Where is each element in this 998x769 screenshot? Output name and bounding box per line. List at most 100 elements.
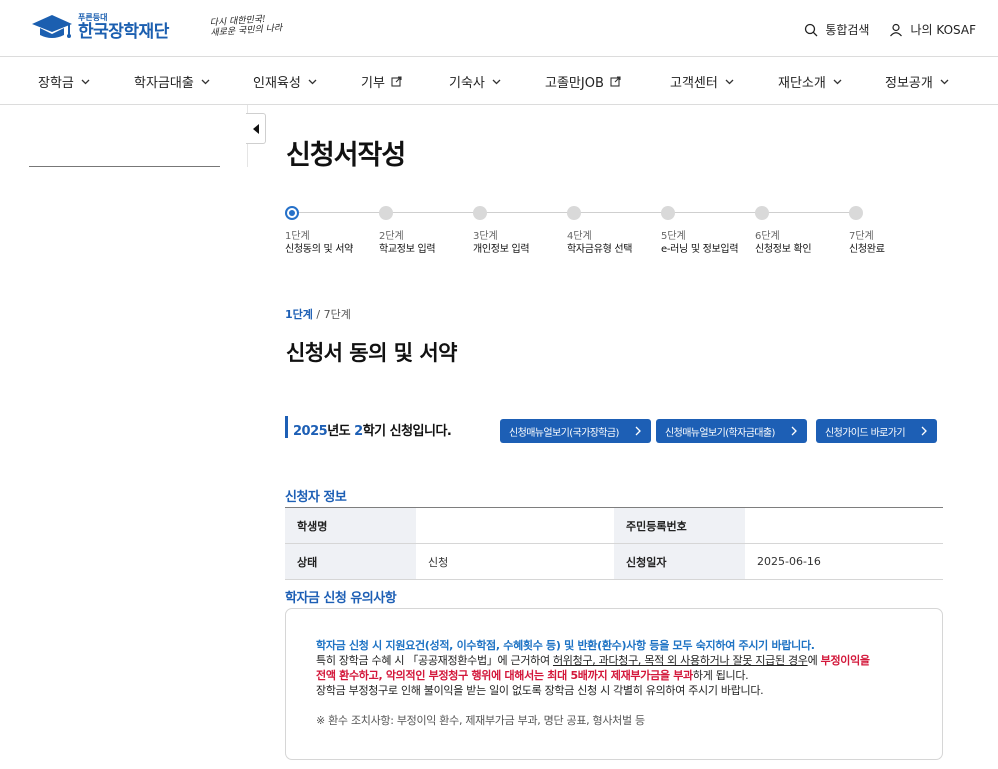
notice-warning-text: 부정이익을	[820, 654, 870, 667]
nav-item-student-loan[interactable]: 학자금대출	[134, 72, 211, 91]
integrated-search-link[interactable]: 통합검색	[804, 21, 869, 38]
nav-item-dormitory[interactable]: 기숙사	[449, 72, 502, 91]
nav-item-label: 고졸만JOB	[545, 76, 604, 91]
status-label: 상태	[285, 543, 416, 580]
term-year-suffix: 년도	[327, 424, 355, 439]
chevron-right-icon	[921, 426, 927, 436]
step-counter-total: / 7단계	[312, 308, 351, 321]
step-7: 7단계 신청완료	[849, 206, 943, 257]
term-year: 2025	[293, 424, 328, 439]
notice-box: 학자금 신청 시 지원요건(성적, 이수학점, 수혜횟수 등) 및 반환(환수)…	[285, 608, 943, 760]
chevron-down-icon	[201, 79, 210, 85]
nav-item-disclosure[interactable]: 정보공개	[885, 72, 950, 91]
step-progress: 1단계 신청동의 및 서약 2단계 학교정보 입력 3단계 개인정보 입력 4단…	[285, 206, 925, 266]
step-name: 학교정보 입력	[379, 244, 436, 255]
notice-text: 특히 장학금 수혜 시 「공공재정환수법」에 근거하여	[316, 654, 553, 667]
notice-text: 하게 됩니다.	[692, 669, 749, 682]
chevron-down-icon	[308, 79, 317, 85]
nav-item-label: 기부	[361, 76, 385, 91]
integrated-search-label: 통합검색	[825, 23, 870, 37]
step-dot	[379, 206, 393, 220]
nav-item-label: 고객센터	[670, 76, 718, 91]
chevron-down-icon	[81, 79, 90, 85]
term-notice: 2025년도 2학기 신청입니다.	[293, 420, 452, 439]
notice-underlined-text: 허위청구, 과다청구, 목적 외 사용하거나 잘못 지급된 경우	[552, 654, 808, 667]
application-date-value: 2025-06-16	[745, 543, 943, 580]
step-number: 6단계	[755, 231, 780, 242]
step-number: 4단계	[567, 231, 592, 242]
external-link-icon	[610, 76, 621, 87]
step-number: 1단계	[285, 231, 310, 242]
chevron-down-icon	[492, 79, 501, 85]
button-label: 신청가이드 바로가기	[825, 427, 906, 439]
step-dot	[567, 206, 581, 220]
nav-item-label: 기숙사	[449, 76, 485, 91]
step-name: 신청정보 확인	[755, 244, 812, 255]
nav-item-label: 정보공개	[885, 76, 933, 91]
step-number: 3단계	[473, 231, 498, 242]
step-name: 신청동의 및 서약	[285, 244, 354, 255]
nav-item-label: 장학금	[38, 76, 74, 91]
step-dot	[473, 206, 487, 220]
step-dot	[755, 206, 769, 220]
step-4: 4단계 학자금유형 선택	[567, 206, 661, 257]
manual-student-loan-button[interactable]: 신청매뉴얼보기(학자금대출)	[656, 419, 807, 443]
application-guide-button[interactable]: 신청가이드 바로가기	[816, 419, 937, 443]
nav-item-talent[interactable]: 인재육성	[253, 72, 318, 91]
my-kosaf-link[interactable]: 나의 KOSAF	[889, 21, 976, 38]
step-counter-current: 1단계	[285, 308, 313, 321]
step-dot	[849, 206, 863, 220]
applicant-info-heading: 신청자 정보	[285, 490, 347, 505]
chevron-down-icon	[940, 79, 949, 85]
term-semester-suffix: 학기 신청입니다.	[362, 424, 452, 439]
logo-name: 한국장학재단	[78, 21, 169, 42]
external-link-icon	[391, 76, 402, 87]
sidebar-toggle-button[interactable]	[246, 113, 266, 144]
chevron-right-icon	[791, 426, 797, 436]
step-1: 1단계 신청동의 및 서약	[285, 206, 379, 257]
nav-item-about[interactable]: 재단소개	[778, 72, 843, 91]
nav-item-customer-center[interactable]: 고객센터	[670, 72, 735, 91]
logo-tagline: 푸른등대	[78, 12, 108, 22]
user-icon	[890, 23, 903, 36]
step-2: 2단계 학교정보 입력	[379, 206, 473, 257]
manual-national-scholarship-button[interactable]: 신청매뉴얼보기(국가장학금)	[500, 419, 651, 443]
step-counter: 1단계 / 7단계	[285, 306, 351, 322]
step-name: 개인정보 입력	[473, 244, 530, 255]
global-nav: 장학금 학자금대출 인재육성 기부 기숙사 고졸만JOB 고객센터 재단소개 정…	[0, 57, 998, 105]
site-header: 푸른등대 한국장학재단 다시 대한민국! 새로운 국민의 나라 통합검색 나의 …	[0, 0, 998, 57]
nav-item-label: 학자금대출	[134, 76, 194, 91]
button-label: 신청매뉴얼보기(학자금대출)	[665, 427, 775, 439]
nav-item-highschool-job[interactable]: 고졸만JOB	[545, 72, 621, 91]
rrn-value	[745, 507, 943, 544]
graduation-cap-icon	[32, 15, 72, 38]
page-title: 신청서작성	[286, 140, 406, 171]
sidebar-divider	[29, 166, 220, 167]
search-icon	[805, 23, 818, 36]
nav-item-scholarship[interactable]: 장학금	[38, 72, 91, 91]
button-label: 신청매뉴얼보기(국가장학금)	[509, 427, 619, 439]
table-row: 학생명 주민등록번호	[285, 507, 943, 544]
step-6: 6단계 신청정보 확인	[755, 206, 849, 257]
slogan: 다시 대한민국! 새로운 국민의 나라	[209, 14, 282, 39]
notice-line-3: 전액 환수하고, 악의적인 부정청구 행위에 대해서는 최대 5배까지 제재부가…	[316, 668, 912, 683]
chevron-down-icon	[725, 79, 734, 85]
step-number: 5단계	[661, 231, 686, 242]
applicant-info-table: 학생명 주민등록번호 상태 신청 신청일자 2025-06-16	[285, 507, 943, 580]
student-name-label: 학생명	[285, 507, 416, 544]
step-number: 7단계	[849, 231, 874, 242]
step-5: 5단계 e-러닝 및 정보입력	[661, 206, 755, 257]
term-semester: 2	[354, 424, 363, 439]
nav-item-label: 인재육성	[253, 76, 301, 91]
step-number: 2단계	[379, 231, 404, 242]
nav-item-donation[interactable]: 기부	[361, 72, 402, 91]
chevron-right-icon	[635, 426, 641, 436]
notice-footnote: ※ 환수 조치사항: 부정이익 환수, 제재부가금 부과, 명단 공표, 형사처…	[316, 714, 645, 727]
section-heading: 신청서 동의 및 서약	[286, 341, 458, 365]
nav-item-label: 재단소개	[778, 76, 826, 91]
step-name: 학자금유형 선택	[567, 244, 633, 255]
notice-line-4: 장학금 부정청구로 인해 불이익을 받는 일이 없도록 장학금 신청 시 각별히…	[316, 684, 764, 697]
kosaf-logo[interactable]: 푸른등대 한국장학재단	[30, 12, 169, 42]
step-dot	[661, 206, 675, 220]
step-3: 3단계 개인정보 입력	[473, 206, 567, 257]
